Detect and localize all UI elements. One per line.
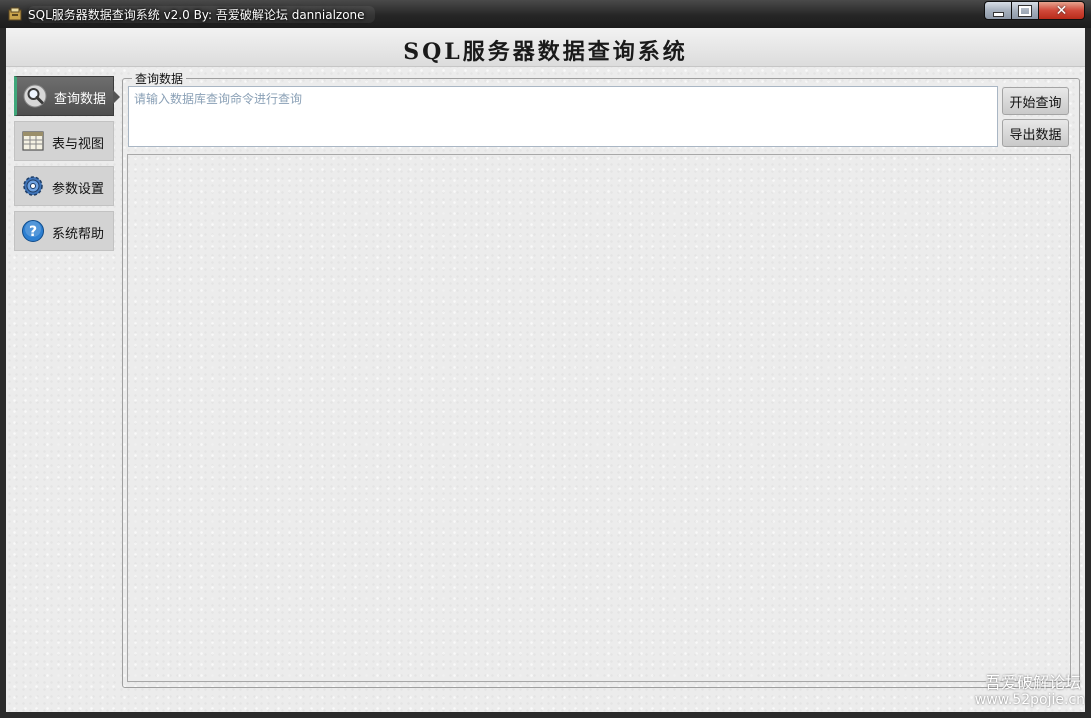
client-area: SQL服务器数据查询系统 查询数据 表与视图 参数设置 ? 系统帮助 查询数据 …: [6, 28, 1085, 712]
group-label: 查询数据: [132, 70, 187, 87]
header-banner: SQL服务器数据查询系统: [6, 28, 1085, 67]
export-data-button[interactable]: 导出数据: [1002, 119, 1069, 147]
sidebar-nav: 查询数据 表与视图 参数设置 ? 系统帮助: [14, 76, 120, 256]
title-bar[interactable]: SQL服务器数据查询系统 v2.0 By: 吾爱破解论坛 dannialzone…: [0, 0, 1091, 28]
watermark-text: 吾爱破解论坛: [984, 673, 1081, 692]
results-grid[interactable]: [127, 154, 1071, 682]
query-input[interactable]: 请输入数据库查询命令进行查询: [128, 86, 998, 147]
close-icon: ✕: [1055, 2, 1068, 19]
watermark-url: www.52pojie.cn: [974, 692, 1085, 708]
app-window: SQL服务器数据查询系统 v2.0 By: 吾爱破解论坛 dannialzone…: [0, 0, 1091, 718]
window-controls: ✕: [984, 1, 1085, 20]
search-icon: [23, 84, 47, 108]
sidebar-item-help[interactable]: ? 系统帮助: [14, 211, 114, 251]
minimize-button[interactable]: [984, 1, 1011, 20]
sidebar-item-tables-views[interactable]: 表与视图: [14, 121, 114, 161]
sidebar-item-settings[interactable]: 参数设置: [14, 166, 114, 206]
gear-icon: [23, 176, 43, 196]
sidebar-item-label: 表与视图: [52, 137, 105, 152]
sidebar-item-label: 查询数据: [54, 92, 107, 107]
app-icon: [8, 7, 22, 21]
page-title: SQL服务器数据查询系统: [403, 39, 688, 65]
sidebar-item-query-data[interactable]: 查询数据: [14, 76, 120, 116]
minimize-icon: [992, 12, 1004, 17]
table-icon: [22, 131, 44, 151]
start-query-button[interactable]: 开始查询: [1002, 87, 1069, 115]
window-title: SQL服务器数据查询系统 v2.0 By: 吾爱破解论坛 dannialzone: [28, 6, 375, 23]
help-icon: ?: [22, 220, 44, 242]
maximize-icon: [1018, 4, 1032, 17]
sidebar-item-label: 系统帮助: [52, 227, 105, 242]
svg-text:?: ?: [29, 224, 37, 240]
close-button[interactable]: ✕: [1038, 1, 1085, 20]
maximize-button[interactable]: [1011, 1, 1038, 20]
sidebar-item-label: 参数设置: [52, 182, 105, 197]
